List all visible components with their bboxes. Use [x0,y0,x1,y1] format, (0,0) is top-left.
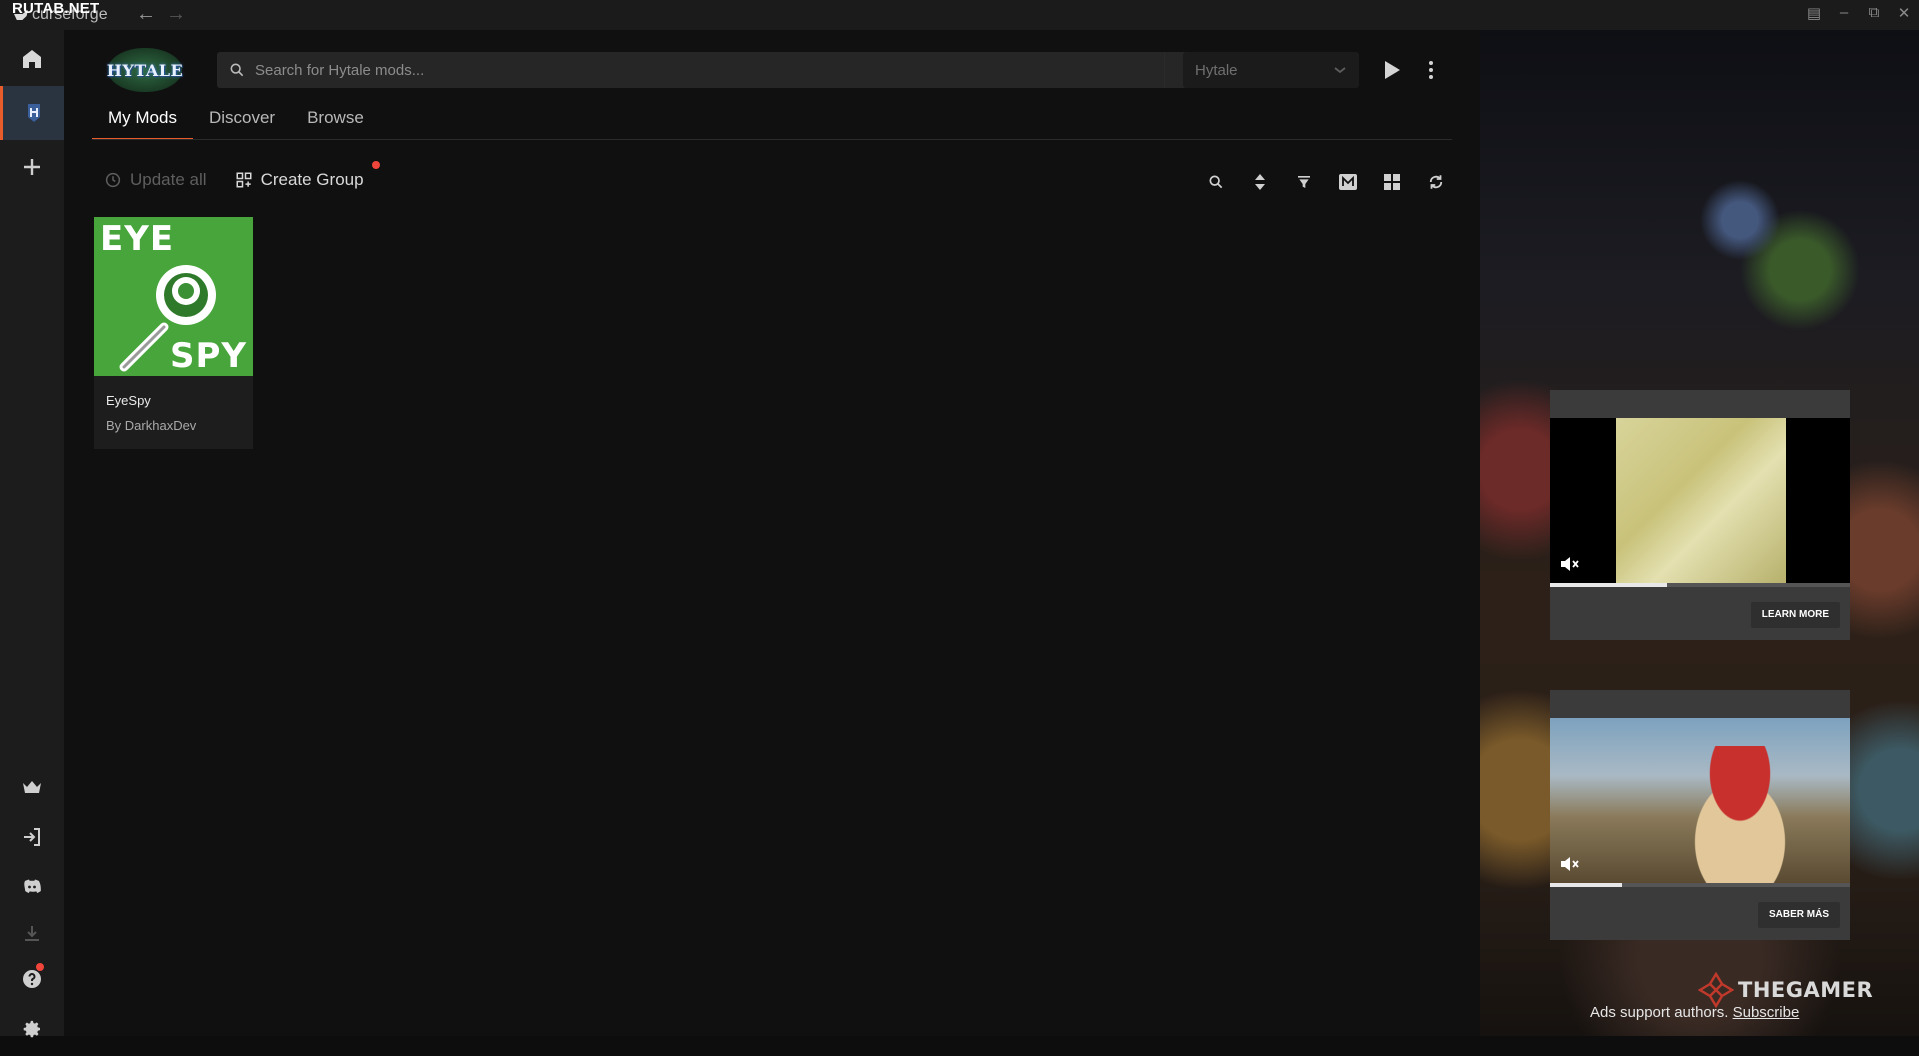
crown-icon[interactable] [0,760,64,814]
game-select[interactable]: Hytale [1183,52,1359,88]
watermark: RUTAB.NET [12,0,100,17]
tab-browse[interactable]: Browse [291,100,380,140]
thegamer-mark-icon [1698,972,1734,1008]
forward-arrow-icon[interactable]: → [166,3,186,26]
search-icon [230,63,244,77]
restore-icon[interactable]: ⧉ [1864,4,1884,21]
hytale-game-icon[interactable] [0,86,64,140]
update-all-label: Update all [130,170,207,189]
ads-support-text: Ads support authors. Subscribe [1590,1004,1800,1021]
ad-progress-bar [1550,583,1667,587]
mods-toolbar-left: Update all Create Group [104,161,380,190]
back-arrow-icon[interactable]: ← [136,3,156,26]
create-group-icon [236,172,252,188]
filter-icon[interactable] [1293,171,1315,193]
mod-card[interactable]: EYE SPY EyeSpy By DarkhaxDev [94,217,253,449]
create-group-button[interactable]: Create Group [235,161,380,190]
create-group-notification-dot [371,161,380,169]
play-icon[interactable] [1382,58,1402,82]
help-icon[interactable] [0,952,64,1006]
ad-video-frame [1616,418,1786,583]
clock-icon [105,172,121,188]
grid-view-icon[interactable] [1381,171,1403,193]
tab-divider [92,139,1452,140]
minimize-icon[interactable]: – [1834,4,1854,21]
title-bar: curseforge RUTAB.NET ← → ▤ – ⧉ ✕ [0,0,1919,30]
ad-video [1550,418,1850,583]
tab-bar: My Mods Discover Browse [92,100,380,140]
thumb-text-top: EYE [100,219,175,259]
m-view-icon[interactable] [1337,171,1359,193]
tab-discover[interactable]: Discover [193,100,291,140]
ad-progress-bar [1550,883,1622,887]
ad-video [1550,718,1850,883]
mod-title: EyeSpy [106,393,151,408]
mod-thumbnail: EYE SPY [94,217,253,376]
ad-unit[interactable]: SABER MÁS [1550,690,1850,940]
ad-progress-track [1550,583,1850,587]
close-icon[interactable]: ✕ [1894,4,1914,22]
mute-icon[interactable] [1560,555,1580,573]
home-icon[interactable] [0,32,64,86]
header-divider [1164,52,1165,88]
login-icon[interactable] [0,810,64,864]
left-sidebar [0,30,64,1038]
thumb-text-bottom: SPY [169,336,247,376]
search-bar[interactable] [217,52,1227,88]
more-options-icon[interactable] [1426,58,1436,82]
help-notification-dot [36,963,44,971]
layout-icon[interactable]: ▤ [1804,4,1824,22]
thegamer-logo: THEGAMER [1698,972,1873,1008]
ad-progress-track [1550,883,1850,887]
ad-person-figure [1670,746,1810,883]
hytale-logo[interactable]: HYTALE [107,48,183,92]
update-all-button[interactable]: Update all [104,170,207,190]
ad-sidebar: LEARN MORE SABER MÁS THEGAMER Ads suppor… [1480,30,1919,1036]
ad-unit[interactable]: LEARN MORE [1550,390,1850,640]
main-panel: HYTALE Hytale My Mods Discover Browse Up… [64,30,1480,1036]
learn-more-button[interactable]: LEARN MORE [1750,602,1840,628]
add-icon[interactable] [0,140,64,194]
search-input[interactable] [255,61,1155,79]
refresh-icon[interactable] [1425,171,1447,193]
game-select-value: Hytale [1195,61,1238,79]
create-group-label: Create Group [260,170,364,189]
mute-icon[interactable] [1560,855,1580,873]
sort-icon[interactable] [1249,171,1271,193]
settings-icon[interactable] [0,1002,64,1056]
mod-author: By DarkhaxDev [106,418,197,433]
search-icon[interactable] [1205,171,1227,193]
tab-my-mods[interactable]: My Mods [92,100,193,140]
mods-toolbar-right [1205,171,1447,193]
subscribe-link[interactable]: Subscribe [1733,1004,1800,1021]
saber-mas-button[interactable]: SABER MÁS [1757,902,1840,928]
chevron-down-icon [1334,67,1346,74]
